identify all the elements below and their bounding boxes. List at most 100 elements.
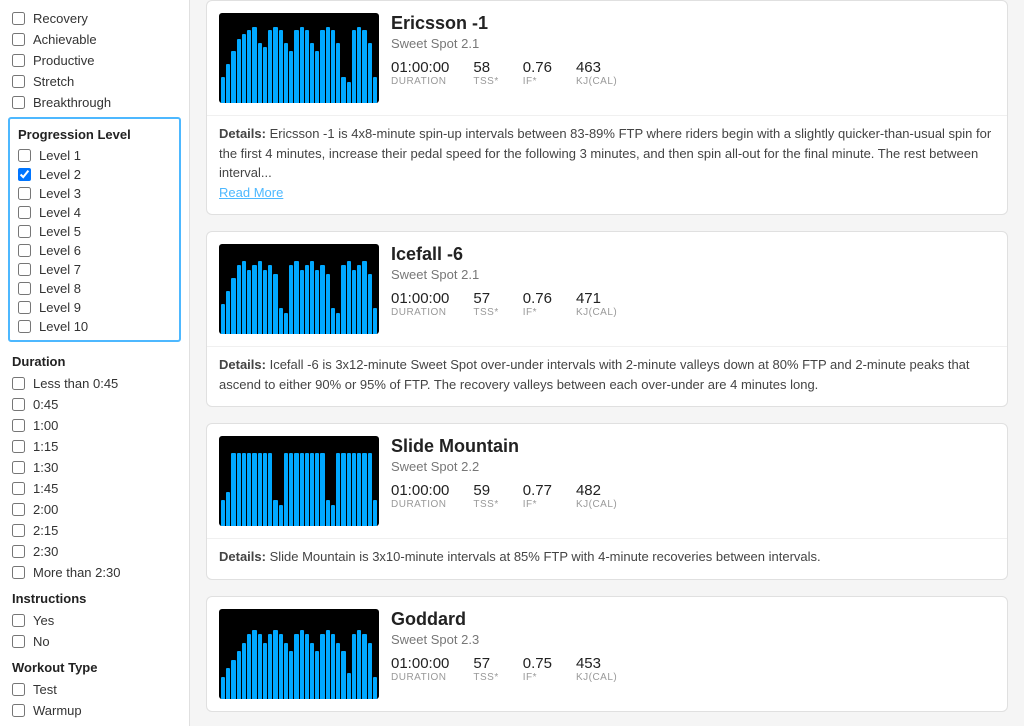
- sidebar-item-level3[interactable]: Level 3: [10, 184, 179, 203]
- checkbox-230[interactable]: [12, 545, 25, 558]
- checkbox-200[interactable]: [12, 503, 25, 516]
- checkbox-130[interactable]: [12, 461, 25, 474]
- checkbox-100[interactable]: [12, 419, 25, 432]
- checkbox-stretch[interactable]: [12, 75, 25, 88]
- workout-details: Details: Ericsson -1 is 4x8-minute spin-…: [207, 115, 1007, 214]
- sidebar-item-100[interactable]: 1:00: [0, 415, 189, 436]
- workout-thumbnail: [219, 244, 379, 334]
- if-label: IF*: [523, 499, 552, 510]
- tss-value: 58: [473, 59, 498, 76]
- checkbox-level3[interactable]: [18, 187, 31, 200]
- sidebar-item-level7[interactable]: Level 7: [10, 260, 179, 279]
- sidebar-item-level8[interactable]: Level 8: [10, 279, 179, 298]
- chart-bar: [237, 265, 241, 334]
- label-level1: Level 1: [39, 148, 81, 163]
- checkbox-215[interactable]: [12, 524, 25, 537]
- checkbox-recovery[interactable]: [12, 12, 25, 25]
- chart-bar: [368, 453, 372, 526]
- chart-bar: [263, 453, 267, 526]
- workout-info: Icefall -6 Sweet Spot 2.1 01:00:00 DURAT…: [391, 244, 995, 318]
- stat-tss: 59 TSS*: [473, 482, 498, 510]
- sidebar-item-more230[interactable]: More than 2:30: [0, 562, 189, 583]
- label-yes: Yes: [33, 613, 54, 628]
- sidebar-item-level10[interactable]: Level 10: [10, 317, 179, 336]
- sidebar-item-level1[interactable]: Level 1: [10, 146, 179, 165]
- if-value: 0.77: [523, 482, 552, 499]
- sidebar-item-level5[interactable]: Level 5: [10, 222, 179, 241]
- if-value: 0.75: [523, 655, 552, 672]
- chart-bar: [341, 77, 345, 103]
- checkbox-level7[interactable]: [18, 263, 31, 276]
- stat-kj: 463 kJ(Cal): [576, 59, 617, 87]
- sidebar-item-recovery[interactable]: Recovery: [0, 8, 189, 29]
- sidebar-item-230[interactable]: 2:30: [0, 541, 189, 562]
- sidebar-item-145[interactable]: 1:45: [0, 478, 189, 499]
- workout-name: Ericsson -1: [391, 13, 995, 34]
- sidebar-item-level6[interactable]: Level 6: [10, 241, 179, 260]
- checkbox-productive[interactable]: [12, 54, 25, 67]
- sidebar-item-yes[interactable]: Yes: [0, 610, 189, 631]
- chart-bar: [258, 261, 262, 334]
- checkbox-045[interactable]: [12, 398, 25, 411]
- chart-bar: [368, 43, 372, 103]
- label-test: Test: [33, 682, 57, 697]
- sidebar-item-115[interactable]: 1:15: [0, 436, 189, 457]
- chart-bar: [331, 30, 335, 103]
- checkbox-yes[interactable]: [12, 614, 25, 627]
- stats-row: 01:00:00 DURATION 58 TSS* 0.76 IF* 463 k…: [391, 59, 995, 87]
- checkbox-level9[interactable]: [18, 301, 31, 314]
- workout-card-w1: Ericsson -1 Sweet Spot 2.1 01:00:00 DURA…: [206, 0, 1008, 215]
- checkbox-level6[interactable]: [18, 244, 31, 257]
- chart-bar: [284, 313, 288, 335]
- sidebar-item-level4[interactable]: Level 4: [10, 203, 179, 222]
- chart-bar: [315, 270, 319, 335]
- checkbox-level4[interactable]: [18, 206, 31, 219]
- checkbox-test[interactable]: [12, 683, 25, 696]
- chart-bar: [336, 43, 340, 103]
- workout-thumbnail: [219, 609, 379, 699]
- sidebar-item-045[interactable]: 0:45: [0, 394, 189, 415]
- chart-bar: [242, 453, 246, 526]
- sidebar-item-achievable[interactable]: Achievable: [0, 29, 189, 50]
- checkbox-warmup[interactable]: [12, 704, 25, 717]
- sidebar-item-productive[interactable]: Productive: [0, 50, 189, 71]
- checkbox-115[interactable]: [12, 440, 25, 453]
- checkbox-breakthrough[interactable]: [12, 96, 25, 109]
- checkbox-less045[interactable]: [12, 377, 25, 390]
- sidebar-item-test[interactable]: Test: [0, 679, 189, 700]
- workout-name: Goddard: [391, 609, 995, 630]
- sidebar-item-stretch[interactable]: Stretch: [0, 71, 189, 92]
- chart-bar: [231, 278, 235, 334]
- checkbox-level1[interactable]: [18, 149, 31, 162]
- workout-chart: [219, 13, 379, 103]
- chart-bar: [226, 291, 230, 334]
- checkbox-level10[interactable]: [18, 320, 31, 333]
- sidebar-item-level9[interactable]: Level 9: [10, 298, 179, 317]
- sidebar-item-200[interactable]: 2:00: [0, 499, 189, 520]
- sidebar-item-warmup[interactable]: Warmup: [0, 700, 189, 721]
- sidebar-item-215[interactable]: 2:15: [0, 520, 189, 541]
- workout-info: Slide Mountain Sweet Spot 2.2 01:00:00 D…: [391, 436, 995, 510]
- checkbox-level8[interactable]: [18, 282, 31, 295]
- chart-bar: [294, 634, 298, 699]
- sidebar-item-130[interactable]: 1:30: [0, 457, 189, 478]
- sidebar-item-breakthrough[interactable]: Breakthrough: [0, 92, 189, 113]
- read-more-link[interactable]: Read More: [219, 185, 283, 200]
- workout-chart: [219, 436, 379, 526]
- chart-bar: [284, 643, 288, 699]
- kj-label: kJ(Cal): [576, 76, 617, 87]
- checkbox-level2[interactable]: [18, 168, 31, 181]
- stats-row: 01:00:00 DURATION 57 TSS* 0.76 IF* 471 k…: [391, 290, 995, 318]
- sidebar-item-less045[interactable]: Less than 0:45: [0, 373, 189, 394]
- chart-bar: [305, 265, 309, 334]
- checkbox-achievable[interactable]: [12, 33, 25, 46]
- checkbox-level5[interactable]: [18, 225, 31, 238]
- stat-if: 0.76 IF*: [523, 59, 552, 87]
- sidebar-item-no[interactable]: No: [0, 631, 189, 652]
- checkbox-no[interactable]: [12, 635, 25, 648]
- label-100: 1:00: [33, 418, 58, 433]
- sidebar-item-level2[interactable]: Level 2: [10, 165, 179, 184]
- chart-bar: [279, 634, 283, 699]
- checkbox-more230[interactable]: [12, 566, 25, 579]
- checkbox-145[interactable]: [12, 482, 25, 495]
